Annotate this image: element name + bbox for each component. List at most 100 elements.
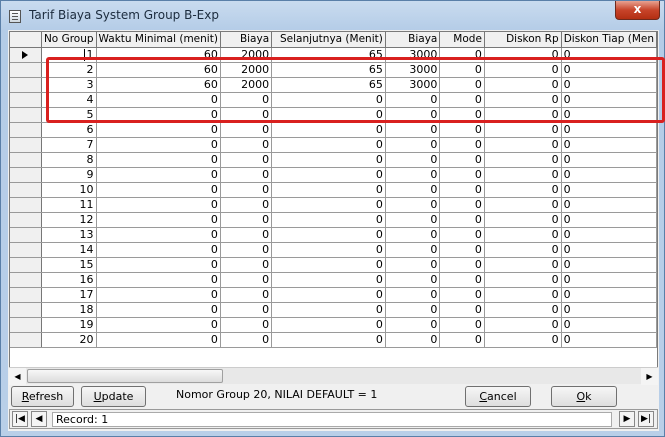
row-indicator[interactable]	[10, 137, 42, 153]
table-row[interactable]: 19 0 0 0 0 0 0 0	[10, 317, 657, 333]
grid-cell[interactable]: 15	[41, 257, 97, 273]
grid-cell[interactable]: 0	[561, 242, 657, 258]
row-indicator[interactable]	[10, 242, 42, 258]
grid-cell[interactable]: 1	[41, 47, 97, 63]
grid-cell[interactable]: 20	[41, 332, 97, 348]
grid-cell[interactable]: 0	[96, 272, 221, 288]
grid-cell[interactable]: 0	[561, 317, 657, 333]
grid-cell[interactable]: 0	[385, 317, 441, 333]
grid-cell[interactable]: 0	[484, 152, 562, 168]
grid-cell[interactable]: 0	[484, 317, 562, 333]
grid-cell[interactable]: 17	[41, 287, 97, 303]
grid-cell[interactable]: 13	[41, 227, 97, 243]
grid-cell[interactable]: 0	[439, 257, 485, 273]
grid-cell[interactable]: 0	[385, 92, 441, 108]
grid-cell[interactable]: 11	[41, 197, 97, 213]
grid-cell[interactable]: 0	[220, 212, 273, 228]
grid-cell[interactable]: 0	[271, 182, 386, 198]
row-indicator[interactable]	[10, 122, 42, 138]
grid-cell[interactable]: 0	[484, 92, 562, 108]
grid-cell[interactable]: 0	[220, 122, 273, 138]
first-record-icon[interactable]: |◀	[12, 411, 28, 427]
grid-cell[interactable]: 0	[96, 182, 221, 198]
table-row[interactable]: 17 0 0 0 0 0 0 0	[10, 287, 657, 303]
grid-cell[interactable]: 0	[96, 167, 221, 183]
grid-cell[interactable]: 18	[41, 302, 97, 318]
row-indicator[interactable]	[10, 212, 42, 228]
grid-cell[interactable]: 0	[385, 242, 441, 258]
grid-cell[interactable]: 0	[561, 47, 657, 63]
table-row[interactable]: 40000000	[10, 92, 657, 108]
grid-cell[interactable]: 0	[220, 92, 273, 108]
grid-cell[interactable]: 0	[220, 227, 273, 243]
grid-cell[interactable]: 0	[439, 167, 485, 183]
table-row[interactable]: 12 0 0 0 0 0 0 0	[10, 212, 657, 228]
table-row[interactable]: 90000000	[10, 167, 657, 183]
grid-cell[interactable]: 0	[271, 332, 386, 348]
grid-cell[interactable]: 0	[439, 77, 485, 93]
grid-cell[interactable]: 0	[385, 227, 441, 243]
grid-cell[interactable]: 0	[220, 167, 273, 183]
grid-cell[interactable]: 0	[385, 332, 441, 348]
grid-cell[interactable]: 0	[561, 152, 657, 168]
grid-cell[interactable]: 0	[484, 272, 562, 288]
grid-cell[interactable]: 0	[271, 122, 386, 138]
grid-cell[interactable]: 0	[96, 257, 221, 273]
grid-cell[interactable]: 65	[271, 62, 386, 78]
grid-cell[interactable]: 0	[484, 332, 562, 348]
grid-cell[interactable]: 5	[41, 107, 97, 123]
grid-cell[interactable]: 0	[385, 122, 441, 138]
grid-cell[interactable]: 0	[220, 242, 273, 258]
grid-cell[interactable]: 0	[385, 257, 441, 273]
grid-cell[interactable]: 0	[96, 197, 221, 213]
grid-cell[interactable]: 0	[220, 302, 273, 318]
grid-cell[interactable]: 0	[439, 227, 485, 243]
grid-cell[interactable]: 9	[41, 167, 97, 183]
grid-cell[interactable]: 0	[220, 107, 273, 123]
grid-cell[interactable]: 0	[439, 287, 485, 303]
ok-button[interactable]: Ok	[551, 386, 617, 407]
column-header[interactable]: No Group	[41, 32, 97, 48]
grid-cell[interactable]: 0	[484, 227, 562, 243]
grid-cell[interactable]: 0	[561, 137, 657, 153]
grid-cell[interactable]: 0	[271, 287, 386, 303]
table-row[interactable]: 2 60 2000 65 3000 0 0 0	[10, 62, 657, 78]
grid-cell[interactable]: 0	[96, 332, 221, 348]
grid-cell[interactable]: 0	[271, 137, 386, 153]
scroll-right-icon[interactable]: ▶	[641, 368, 658, 385]
grid-cell[interactable]: 3000	[385, 47, 441, 63]
grid-cell[interactable]: 0	[96, 317, 221, 333]
scroll-left-icon[interactable]: ◀	[9, 368, 26, 385]
data-grid[interactable]: No Group Waktu Minimal (menit) Biaya Selanj…	[9, 31, 658, 382]
column-header[interactable]: Selanjutnya (Menit)	[271, 32, 386, 48]
table-row[interactable]: 20 0 0 0 0 0 0 0	[10, 332, 657, 348]
row-indicator[interactable]	[10, 107, 42, 123]
update-button[interactable]: Update	[81, 386, 146, 407]
grid-cell[interactable]: 0	[484, 167, 562, 183]
grid-cell[interactable]: 0	[561, 92, 657, 108]
grid-cell[interactable]: 0	[561, 182, 657, 198]
grid-cell[interactable]: 2000	[220, 77, 273, 93]
table-row[interactable]: 10 0 0 0 0 0 0 0	[10, 182, 657, 198]
grid-cell[interactable]: 0	[220, 257, 273, 273]
row-indicator[interactable]	[10, 167, 42, 183]
grid-cell[interactable]: 0	[561, 272, 657, 288]
table-row[interactable]: 13 0 0 0 0 0 0 0	[10, 227, 657, 243]
grid-cell[interactable]: 0	[271, 257, 386, 273]
grid-cell[interactable]: 0	[385, 137, 441, 153]
table-row[interactable]: 1 60 2000 65 3000 0 0 0	[10, 47, 657, 63]
grid-cell[interactable]: 2	[41, 62, 97, 78]
grid-cell[interactable]: 6	[41, 122, 97, 138]
grid-cell[interactable]: 0	[561, 122, 657, 138]
grid-cell[interactable]: 3000	[385, 77, 441, 93]
grid-cell[interactable]: 0	[484, 62, 562, 78]
table-row[interactable]: 14 0 0 0 0 0 0 0	[10, 242, 657, 258]
row-indicator[interactable]	[10, 302, 42, 318]
grid-cell[interactable]: 60	[96, 47, 221, 63]
grid-cell[interactable]: 65	[271, 47, 386, 63]
grid-cell[interactable]: 0	[271, 107, 386, 123]
grid-cell[interactable]: 0	[220, 272, 273, 288]
grid-cell[interactable]: 0	[96, 107, 221, 123]
table-row[interactable]: 70000000	[10, 137, 657, 153]
grid-cell[interactable]: 0	[271, 227, 386, 243]
